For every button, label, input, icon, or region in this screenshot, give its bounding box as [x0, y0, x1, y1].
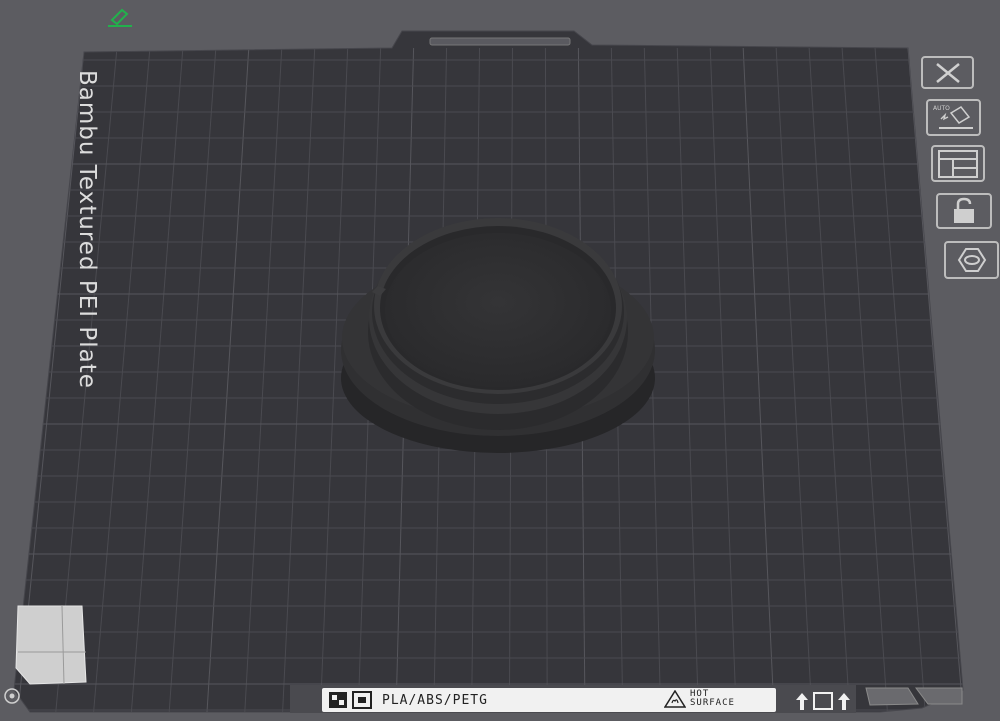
view-cube-icon[interactable]: [2, 686, 22, 706]
plate-info-strip: PLA/ABS/PETG HOT SURFACE: [322, 688, 776, 712]
auto-orient-icon: AUTO: [933, 105, 973, 129]
hot-label-line2: SURFACE: [690, 698, 735, 708]
square-icon: [813, 692, 833, 710]
plate-type-icon: [329, 692, 347, 708]
orientation-icons: [796, 692, 850, 710]
lock-icon: [954, 197, 974, 223]
auto-label: AUTO: [933, 105, 950, 112]
build-plate-viewport[interactable]: [0, 0, 1000, 721]
close-icon: [935, 62, 960, 83]
arrange-icon: [938, 149, 978, 178]
arrow-up-icon-2: [838, 693, 850, 710]
arrow-up-icon: [796, 693, 808, 710]
plate-settings-button[interactable]: [944, 241, 999, 279]
edit-icon[interactable]: [108, 8, 132, 27]
plate-settings-icon: [957, 248, 986, 272]
material-label: PLA/ABS/PETG: [382, 692, 488, 708]
lock-button[interactable]: [936, 193, 992, 229]
arrange-button[interactable]: [931, 145, 985, 182]
hot-surface-warning-icon: [664, 690, 686, 708]
hot-surface-label: HOT SURFACE: [690, 690, 735, 708]
close-button[interactable]: [921, 56, 974, 89]
auto-orient-button[interactable]: AUTO: [926, 99, 981, 136]
nozzle-icon: [352, 691, 372, 709]
plate-corner-marker: [15, 605, 87, 685]
plate-name-label: Bambu Textured PEI Plate: [74, 70, 100, 389]
plate-handle-slot: [429, 37, 571, 46]
